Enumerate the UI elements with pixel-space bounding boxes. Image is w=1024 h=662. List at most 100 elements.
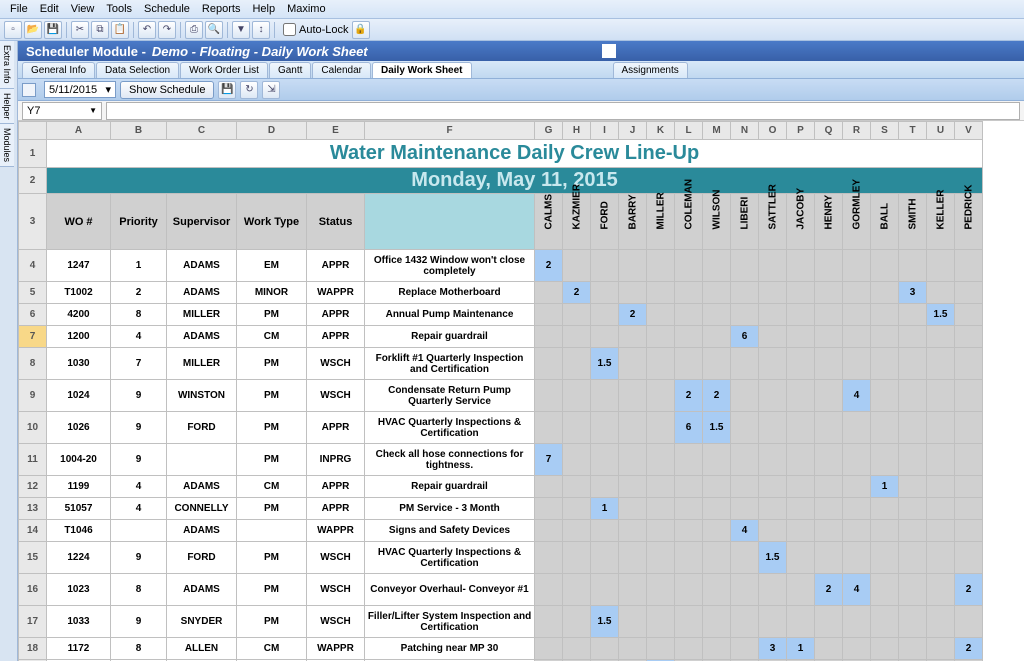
crew-cell[interactable] xyxy=(787,412,815,444)
crew-cell[interactable] xyxy=(899,542,927,574)
crew-cell[interactable] xyxy=(815,304,843,326)
crew-cell[interactable] xyxy=(927,250,955,282)
crew-cell[interactable] xyxy=(787,498,815,520)
crew-cell[interactable]: 1.5 xyxy=(927,304,955,326)
crew-cell[interactable]: 2 xyxy=(703,380,731,412)
cell-wo[interactable]: 1033 xyxy=(47,606,111,638)
cell-pri[interactable]: 1 xyxy=(111,250,167,282)
cell-pri[interactable]: 7 xyxy=(111,348,167,380)
crew-cell[interactable] xyxy=(843,412,871,444)
crew-cell[interactable] xyxy=(535,660,563,662)
cell-pri[interactable]: 4 xyxy=(111,476,167,498)
crew-cell[interactable] xyxy=(647,380,675,412)
crew-cell[interactable] xyxy=(815,606,843,638)
cell-wo[interactable]: 1023 xyxy=(47,574,111,606)
crew-cell[interactable] xyxy=(647,476,675,498)
crew-cell[interactable] xyxy=(703,498,731,520)
crew-cell[interactable] xyxy=(787,574,815,606)
save-icon[interactable]: 💾 xyxy=(44,21,62,39)
crew-cell[interactable] xyxy=(899,476,927,498)
crew-cell[interactable] xyxy=(619,498,647,520)
crew-cell[interactable] xyxy=(787,304,815,326)
crew-cell[interactable] xyxy=(871,638,899,660)
cell-pri[interactable] xyxy=(111,520,167,542)
cell-wo[interactable]: 1224 xyxy=(47,542,111,574)
crew-cell[interactable] xyxy=(647,250,675,282)
crew-cell[interactable] xyxy=(787,444,815,476)
crew-cell[interactable] xyxy=(703,304,731,326)
crew-cell[interactable] xyxy=(675,476,703,498)
col-header-K[interactable]: K xyxy=(647,122,675,140)
crew-cell[interactable] xyxy=(647,542,675,574)
cell-wt[interactable]: PM xyxy=(237,574,307,606)
crew-cell[interactable] xyxy=(675,498,703,520)
crew-cell[interactable] xyxy=(647,606,675,638)
crew-cell[interactable] xyxy=(731,412,759,444)
crew-cell[interactable] xyxy=(647,498,675,520)
crew-cell[interactable] xyxy=(927,476,955,498)
crew-cell[interactable] xyxy=(843,304,871,326)
cell-desc[interactable]: Check all hose connections for tightness… xyxy=(365,444,535,476)
crew-cell[interactable] xyxy=(619,380,647,412)
crew-cell[interactable] xyxy=(619,574,647,606)
crew-cell[interactable] xyxy=(535,304,563,326)
tab-general-info[interactable]: General Info xyxy=(22,62,95,78)
cell-st[interactable]: APPR xyxy=(307,250,365,282)
crew-cell[interactable] xyxy=(759,660,787,662)
crew-cell[interactable]: 1.5 xyxy=(759,542,787,574)
row-header-16[interactable]: 16 xyxy=(19,574,47,606)
crew-cell[interactable] xyxy=(591,660,619,662)
crew-cell[interactable] xyxy=(591,250,619,282)
crew-cell[interactable] xyxy=(703,250,731,282)
cell-sup[interactable]: ADAMS xyxy=(167,476,237,498)
crew-cell[interactable] xyxy=(731,304,759,326)
cell-sup[interactable] xyxy=(167,444,237,476)
row-header-5[interactable]: 5 xyxy=(19,282,47,304)
col-header-B[interactable]: B xyxy=(111,122,167,140)
crew-cell[interactable] xyxy=(535,520,563,542)
crew-cell[interactable] xyxy=(927,498,955,520)
cell-wt[interactable]: PM xyxy=(237,606,307,638)
cell-wo[interactable]: 51057 xyxy=(47,498,111,520)
tab-work-order-list[interactable]: Work Order List xyxy=(180,62,268,78)
crew-cell[interactable] xyxy=(955,444,983,476)
crew-cell[interactable] xyxy=(675,520,703,542)
copy-icon[interactable]: ⧉ xyxy=(91,21,109,39)
cell-desc[interactable]: Conveyor Overhaul- Conveyor #1 xyxy=(365,574,535,606)
crew-cell[interactable] xyxy=(731,282,759,304)
tab-gantt[interactable]: Gantt xyxy=(269,62,311,78)
crew-cell[interactable] xyxy=(675,250,703,282)
menu-maximo[interactable]: Maximo xyxy=(281,1,332,17)
crew-cell[interactable] xyxy=(927,574,955,606)
col-header-M[interactable]: M xyxy=(703,122,731,140)
crew-cell[interactable]: 2 xyxy=(675,380,703,412)
crew-cell[interactable] xyxy=(563,250,591,282)
crew-cell[interactable] xyxy=(815,412,843,444)
crew-cell[interactable] xyxy=(815,498,843,520)
cell-sup[interactable]: ADAMS xyxy=(167,574,237,606)
calendar-icon[interactable] xyxy=(22,83,36,97)
crew-cell[interactable] xyxy=(955,520,983,542)
crew-cell[interactable]: 2 xyxy=(815,574,843,606)
crew-cell[interactable] xyxy=(731,606,759,638)
crew-cell[interactable]: 4 xyxy=(843,574,871,606)
crew-cell[interactable]: 1.5 xyxy=(591,606,619,638)
crew-cell[interactable] xyxy=(759,520,787,542)
crew-cell[interactable] xyxy=(759,574,787,606)
cell-wt[interactable]: PM xyxy=(237,304,307,326)
cell-wt[interactable]: PM xyxy=(237,380,307,412)
crew-cell[interactable] xyxy=(843,476,871,498)
cell-sup[interactable]: ALLEN xyxy=(167,638,237,660)
cell-desc[interactable]: Repair guardrail xyxy=(365,476,535,498)
crew-cell[interactable] xyxy=(591,380,619,412)
row-header-12[interactable]: 12 xyxy=(19,476,47,498)
crew-cell[interactable] xyxy=(787,282,815,304)
crew-cell[interactable] xyxy=(591,282,619,304)
cell-desc[interactable]: Repair guardrail xyxy=(365,326,535,348)
row-header-9[interactable]: 9 xyxy=(19,380,47,412)
crew-cell[interactable] xyxy=(731,574,759,606)
row-header-19[interactable]: 19 xyxy=(19,660,47,662)
crew-cell[interactable] xyxy=(955,304,983,326)
crew-cell[interactable]: 4 xyxy=(731,520,759,542)
crew-cell[interactable] xyxy=(619,348,647,380)
